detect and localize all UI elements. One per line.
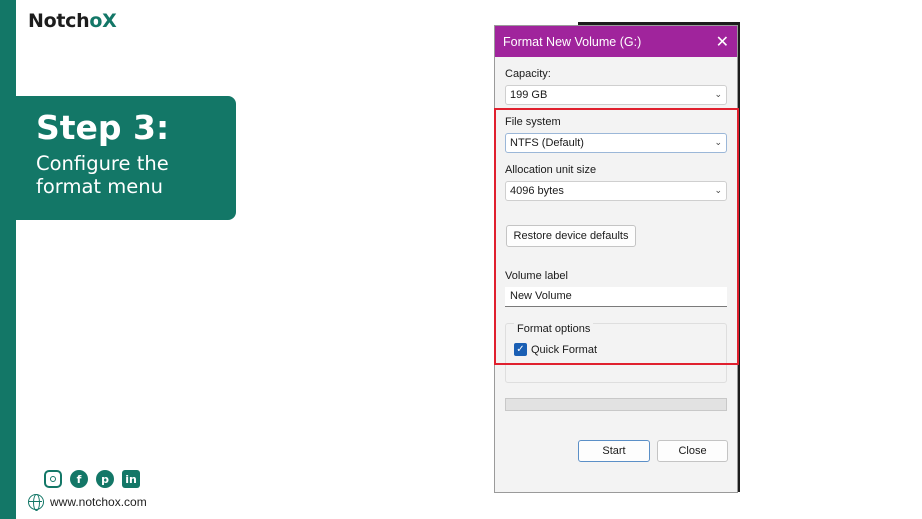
step-subtitle: Configure the format menu <box>36 152 169 198</box>
format-dialog: Format New Volume (G:) ✕ Capacity: 199 G… <box>494 25 738 493</box>
dialog-title: Format New Volume (G:) <box>503 34 642 49</box>
quick-format-label: Quick Format <box>531 343 598 356</box>
website-url: www.notchox.com <box>50 495 147 509</box>
format-options-group: Format options ✓ Quick Format <box>505 323 727 383</box>
alloc-unit-dropdown[interactable]: 4096 bytes ⌄ <box>505 181 727 201</box>
start-button[interactable]: Start <box>578 440 650 462</box>
website-link[interactable]: www.notchox.com <box>28 494 147 511</box>
step-card: Step 3: Configure the format menu <box>16 96 236 220</box>
globe-icon <box>28 494 44 511</box>
filesystem-label: File system <box>505 116 561 128</box>
pinterest-icon[interactable]: p <box>96 470 114 488</box>
alloc-unit-label: Allocation unit size <box>505 164 597 176</box>
chevron-down-icon: ⌄ <box>714 90 722 100</box>
linkedin-icon[interactable]: in <box>122 470 140 488</box>
volume-label-input[interactable]: New Volume <box>505 287 727 307</box>
chevron-down-icon: ⌄ <box>714 186 722 196</box>
facebook-icon[interactable]: f <box>70 470 88 488</box>
instagram-icon[interactable] <box>44 470 62 488</box>
format-options-title: Format options <box>514 323 594 335</box>
brand-logo: NotchoX <box>28 10 117 32</box>
capacity-label: Capacity: <box>505 68 551 80</box>
filesystem-dropdown[interactable]: NTFS (Default) ⌄ <box>505 133 727 153</box>
dialog-titlebar: Format New Volume (G:) ✕ <box>495 26 737 57</box>
chevron-down-icon: ⌄ <box>714 138 722 148</box>
capacity-dropdown[interactable]: 199 GB ⌄ <box>505 85 727 105</box>
step-title: Step 3: <box>36 108 170 147</box>
close-button[interactable]: Close <box>657 440 728 462</box>
quick-format-checkbox[interactable]: ✓ <box>514 343 527 356</box>
quick-format-option[interactable]: ✓ Quick Format <box>514 343 597 356</box>
format-progress-bar <box>505 398 727 411</box>
close-icon[interactable]: ✕ <box>716 32 729 51</box>
volume-label-label: Volume label <box>505 270 568 282</box>
left-accent-stripe <box>0 0 16 519</box>
social-links: f p in <box>44 470 140 488</box>
restore-defaults-button[interactable]: Restore device defaults <box>506 225 636 247</box>
